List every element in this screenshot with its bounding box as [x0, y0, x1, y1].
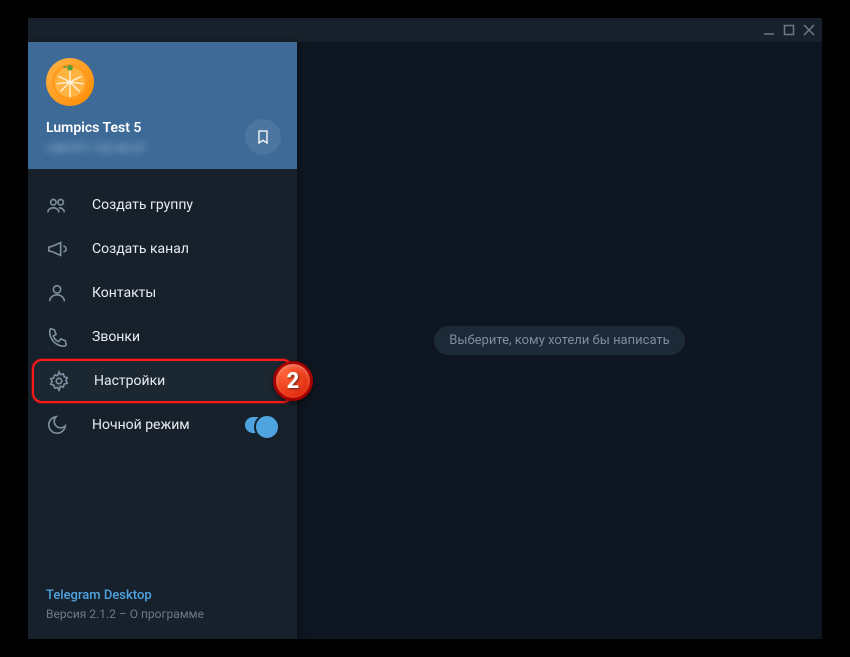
profile-phone: +38 071 123 45 67 [46, 141, 279, 155]
sidebar-drawer: Lumpics Test 5 +38 071 123 45 67 Создать… [28, 42, 297, 639]
footer-app-name: Telegram Desktop [46, 588, 279, 603]
menu-item-contacts[interactable]: Контакты [28, 271, 297, 315]
step-badge: 2 [273, 361, 313, 401]
gear-icon [48, 370, 70, 392]
menu-label: Создать канал [92, 241, 279, 257]
menu-item-calls[interactable]: Звонки [28, 315, 297, 359]
group-icon [46, 194, 68, 216]
menu-label: Создать группу [92, 197, 279, 213]
menu-item-night-mode[interactable]: Ночной режим [28, 403, 297, 447]
megaphone-icon [46, 238, 68, 260]
footer-version[interactable]: Версия 2.1.2 – О программе [46, 607, 279, 621]
saved-messages-button[interactable] [245, 119, 281, 155]
avatar[interactable] [46, 58, 94, 106]
profile-header: Lumpics Test 5 +38 071 123 45 67 [28, 42, 297, 169]
menu-label: Звонки [92, 329, 279, 345]
menu-item-settings[interactable]: Настройки 2 [32, 359, 293, 403]
profile-name: Lumpics Test 5 [46, 120, 279, 136]
titlebar [28, 18, 822, 42]
maximize-button[interactable] [782, 23, 796, 37]
app-window: Lumpics Test 5 +38 071 123 45 67 Создать… [28, 18, 822, 639]
main-empty-area: Выберите, кому хотели бы написать [297, 42, 822, 639]
menu-label: Настройки [94, 373, 277, 389]
menu-item-new-channel[interactable]: Создать канал [28, 227, 297, 271]
content-area: Lumpics Test 5 +38 071 123 45 67 Создать… [28, 42, 822, 639]
phone-icon [46, 326, 68, 348]
menu-label: Ночной режим [92, 417, 245, 433]
menu-label: Контакты [92, 285, 279, 301]
close-button[interactable] [802, 23, 816, 37]
empty-hint: Выберите, кому хотели бы написать [434, 326, 684, 355]
moon-icon [46, 414, 68, 436]
sidebar-footer: Telegram Desktop Версия 2.1.2 – О програ… [28, 574, 297, 639]
minimize-button[interactable] [762, 23, 776, 37]
night-mode-toggle[interactable] [245, 417, 279, 433]
person-icon [46, 282, 68, 304]
menu-list: Создать группу Создать канал Контакты [28, 169, 297, 574]
menu-item-new-group[interactable]: Создать группу [28, 183, 297, 227]
